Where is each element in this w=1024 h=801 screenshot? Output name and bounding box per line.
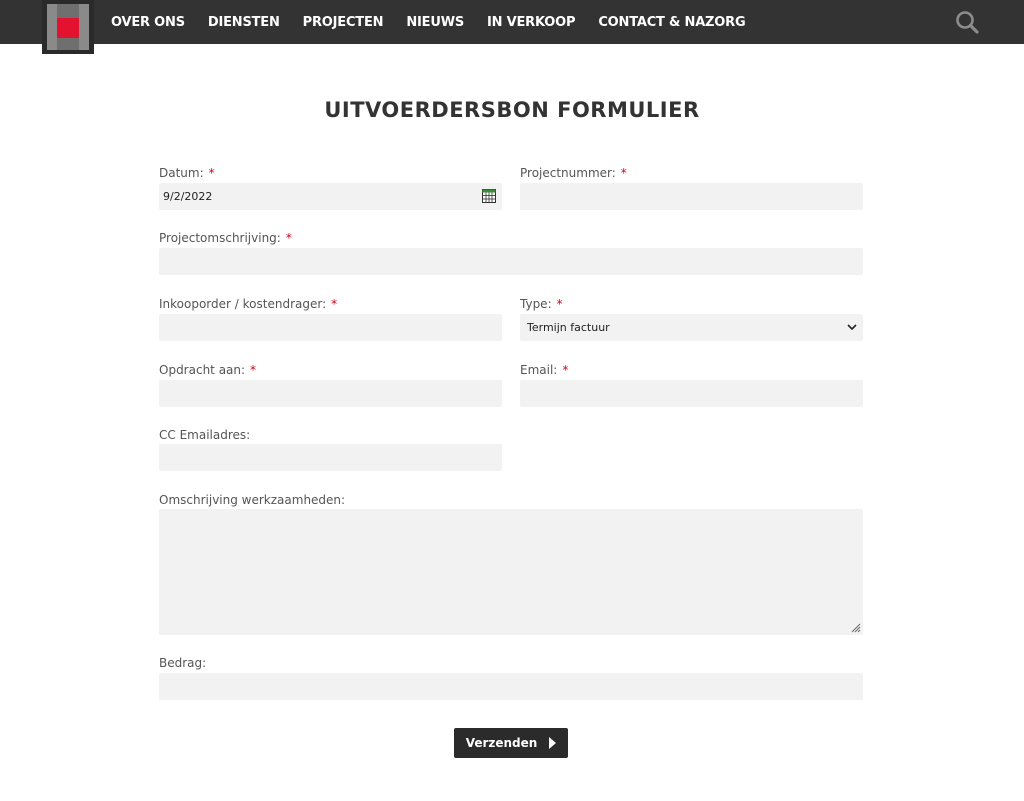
bedrag-label-text: Bedrag: (159, 656, 207, 670)
required-marker: * (250, 363, 257, 377)
projectnummer-input[interactable] (520, 183, 863, 210)
projectomschrijving-input[interactable] (159, 248, 863, 275)
required-marker: * (620, 166, 627, 180)
inkooporder-label: Inkooporder / kostendrager: * (159, 297, 337, 311)
email-input[interactable] (520, 380, 863, 407)
nav-item-nieuws[interactable]: NIEUWS (406, 15, 464, 30)
type-select[interactable]: Termijn factuur (520, 314, 863, 341)
chevron-down-icon (847, 324, 857, 331)
opdracht-label-text: Opdracht aan: (159, 363, 246, 377)
type-label-text: Type: (520, 297, 552, 311)
omschrijving-label: Omschrijving werkzaamheden: (159, 493, 345, 507)
omschrijving-textarea[interactable] (159, 509, 863, 635)
required-marker: * (285, 231, 292, 245)
site-logo[interactable] (42, 0, 94, 54)
bedrag-label: Bedrag: (159, 656, 206, 670)
inkooporder-label-text: Inkooporder / kostendrager: (159, 297, 327, 311)
required-marker: * (208, 166, 215, 180)
search-button[interactable] (953, 8, 981, 36)
required-marker: * (556, 297, 563, 311)
nav-item-diensten[interactable]: DIENSTEN (208, 15, 280, 30)
opdracht-input[interactable] (159, 380, 502, 407)
projectnummer-label-text: Projectnummer: (520, 166, 616, 180)
top-navigation-bar: OVER ONS DIENSTEN PROJECTEN NIEUWS IN VE… (0, 0, 1024, 44)
type-label: Type: * (520, 297, 563, 311)
datum-label-text: Datum: (159, 166, 204, 180)
calendar-icon[interactable] (482, 189, 496, 203)
cc-label: CC Emailadres: (159, 428, 250, 442)
inkooporder-input[interactable] (159, 314, 502, 341)
datum-field[interactable]: 9/2/2022 (159, 183, 502, 210)
search-icon (956, 11, 979, 34)
bedrag-input[interactable] (159, 673, 863, 700)
logo-bar-left (47, 4, 57, 50)
type-selected-value: Termijn factuur (527, 321, 610, 334)
datum-label: Datum: * (159, 166, 215, 180)
cc-label-text: CC Emailadres: (159, 428, 251, 442)
cc-email-input[interactable] (159, 444, 502, 471)
email-label: Email: * (520, 363, 568, 377)
page-title: UITVOERDERSBON FORMULIER (324, 98, 700, 122)
required-marker: * (331, 297, 338, 311)
required-marker: * (562, 363, 569, 377)
submit-button[interactable]: Verzenden (454, 728, 568, 758)
logo-bar-right (79, 4, 89, 50)
nav-item-projecten[interactable]: PROJECTEN (303, 15, 384, 30)
play-arrow-icon (549, 737, 557, 749)
nav-item-over-ons[interactable]: OVER ONS (111, 15, 185, 30)
main-nav: OVER ONS DIENSTEN PROJECTEN NIEUWS IN VE… (111, 0, 768, 44)
nav-item-in-verkoop[interactable]: IN VERKOOP (487, 15, 576, 30)
opdracht-label: Opdracht aan: * (159, 363, 256, 377)
nav-item-contact-nazorg[interactable]: CONTACT & NAZORG (598, 15, 745, 30)
resize-grip-icon[interactable] (851, 623, 861, 633)
submit-label: Verzenden (465, 736, 538, 750)
projectomschrijving-label: Projectomschrijving: * (159, 231, 292, 245)
email-label-text: Email: (520, 363, 558, 377)
omschrijving-label-text: Omschrijving werkzaamheden: (159, 493, 346, 507)
projectnummer-label: Projectnummer: * (520, 166, 627, 180)
logo-red-square (57, 18, 79, 38)
datum-value: 9/2/2022 (163, 190, 213, 203)
projectomschrijving-label-text: Projectomschrijving: (159, 231, 281, 245)
